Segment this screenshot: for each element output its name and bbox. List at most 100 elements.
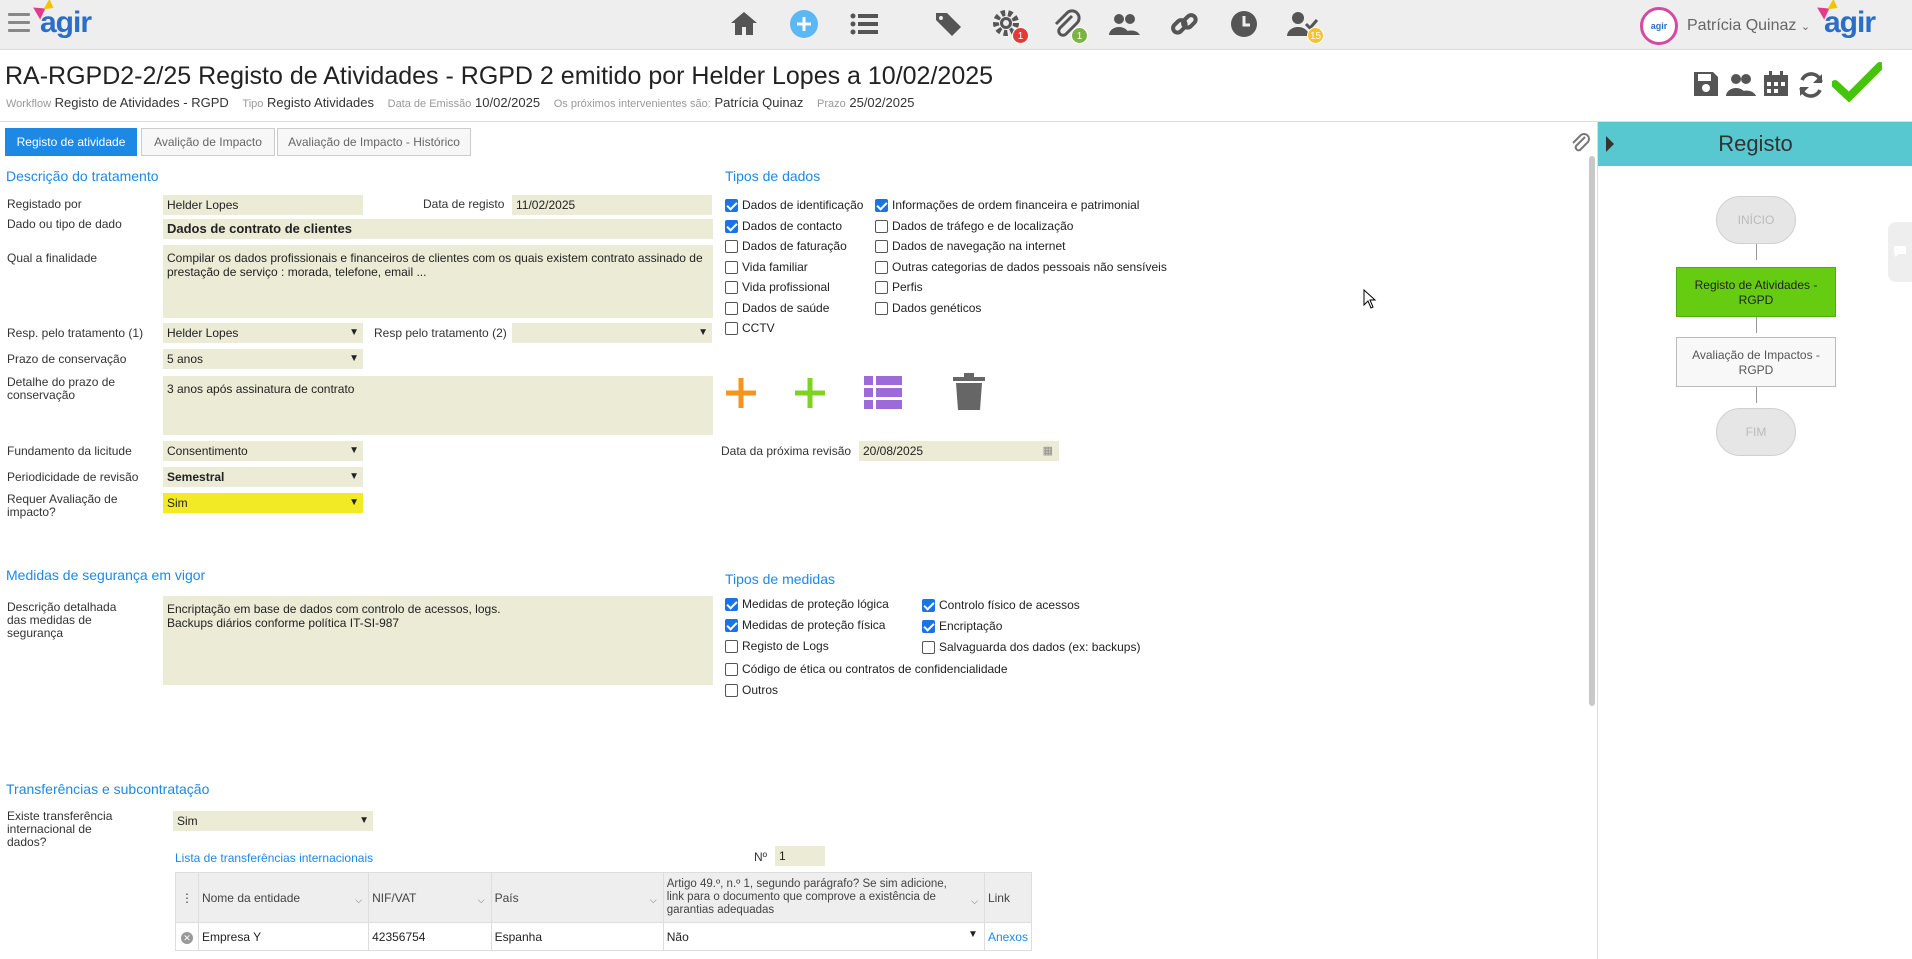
checkbox-row[interactable]: Informações de ordem financeira e patrim…	[875, 197, 1139, 213]
col-header-artigo[interactable]: Artigo 49.º, n.º 1, segundo parágrafo? S…	[662, 872, 985, 923]
checkbox-row[interactable]: Vida familiar	[725, 259, 808, 275]
checkbox-checked[interactable]	[922, 620, 935, 633]
new-plus-icon[interactable]	[788, 8, 824, 42]
add-orange-plus-icon[interactable]	[724, 376, 758, 413]
refresh-icon[interactable]	[1796, 70, 1826, 103]
user-tasks-icon[interactable]: 15	[1286, 8, 1324, 44]
checkbox-row[interactable]: Perfis	[875, 279, 923, 295]
participants-icon[interactable]	[1726, 70, 1756, 101]
anexos-link[interactable]: Anexos	[988, 930, 1028, 944]
medidas-descricao-textarea[interactable]: Encriptação em base de dados com control…	[163, 596, 713, 685]
registado-por-field[interactable]: Helder Lopes	[163, 195, 363, 215]
cell-link[interactable]: Anexos	[983, 922, 1033, 951]
row-handle-header[interactable]: ⋮	[175, 872, 199, 923]
app-logo[interactable]: agir	[33, 0, 92, 40]
checkbox-unchecked[interactable]	[875, 260, 888, 274]
checkbox-unchecked[interactable]	[875, 281, 888, 294]
collapse-arrow-icon[interactable]	[1606, 136, 1614, 152]
prazo-conservacao-select[interactable]: 5 anos ▼	[163, 349, 363, 369]
numero-field[interactable]: 1	[775, 846, 825, 866]
remove-row-icon[interactable]: ✕	[175, 922, 199, 951]
checkbox-row[interactable]: Medidas de proteção lógica	[725, 596, 889, 612]
cell-nif[interactable]: 42356754	[368, 922, 492, 951]
calendar-icon[interactable]	[1762, 70, 1790, 101]
checkbox-checked[interactable]	[875, 199, 888, 212]
checkbox-unchecked[interactable]	[725, 281, 738, 294]
tab-avaliacao-impacto[interactable]: Avalição de Impacto	[141, 128, 275, 156]
proxima-revisao-field[interactable]: 20/08/2025 ▦	[859, 441, 1059, 461]
users-group-icon[interactable]	[1108, 8, 1144, 42]
checkbox-row[interactable]: Dados genéticos	[875, 300, 981, 316]
paperclip-icon[interactable]	[1570, 132, 1592, 157]
checkbox-row[interactable]: Vida profissional	[725, 279, 830, 295]
checkbox-unchecked[interactable]	[725, 240, 738, 253]
menu-icon[interactable]	[8, 13, 30, 33]
checkbox-checked[interactable]	[725, 598, 738, 611]
checkbox-row[interactable]: Dados de faturação	[725, 238, 847, 254]
confirm-check-icon[interactable]	[1831, 62, 1884, 105]
checkbox-unchecked[interactable]	[922, 641, 935, 654]
checkbox-row[interactable]: Controlo físico de acessos	[922, 597, 1080, 613]
trash-icon[interactable]	[952, 373, 986, 414]
attachment-paperclip-icon[interactable]: 1	[1050, 8, 1088, 44]
checkbox-row[interactable]: Dados de navegação na internet	[875, 238, 1065, 254]
checkbox-checked[interactable]	[725, 619, 738, 632]
checkbox-row[interactable]: Código de ética ou contratos de confiden…	[725, 661, 1008, 677]
checkbox-row[interactable]: Outras categorias de dados pessoais não …	[875, 259, 1167, 275]
tab-avaliacao-historico[interactable]: Avaliação de Impacto - Histórico	[277, 128, 471, 156]
save-icon[interactable]	[1692, 70, 1720, 101]
existe-transferencia-select[interactable]: Sim ▼	[173, 811, 373, 831]
cell-nome[interactable]: Empresa Y	[197, 922, 370, 951]
checkbox-unchecked[interactable]	[875, 301, 888, 315]
resp2-select[interactable]: ▼	[512, 323, 712, 343]
detalhe-prazo-textarea[interactable]: 3 anos após assinatura de contrato	[163, 376, 713, 435]
resp1-select[interactable]: Helder Lopes ▼	[163, 323, 363, 343]
cell-artigo-select[interactable]: Não ▼	[662, 922, 985, 951]
checkbox-row[interactable]: Dados de tráfego e de localização	[875, 218, 1073, 234]
checkbox-row[interactable]: Dados de saúde	[725, 300, 829, 316]
home-icon[interactable]	[728, 8, 764, 42]
checkbox-checked[interactable]	[922, 599, 935, 612]
checkbox-unchecked[interactable]	[725, 684, 738, 697]
checkbox-row[interactable]: Dados de contacto	[725, 218, 842, 234]
requer-avaliacao-select[interactable]: Sim ▼	[163, 493, 363, 513]
col-header-pais[interactable]: País ⌵	[490, 872, 664, 923]
dado-tipo-field[interactable]: Dados de contrato de clientes	[163, 219, 713, 239]
link-chain-icon[interactable]	[1168, 8, 1204, 42]
calendar-icon[interactable]: ▦	[1043, 444, 1053, 458]
settings-gear-icon[interactable]: 1	[991, 8, 1029, 44]
col-header-link[interactable]: Link	[983, 872, 1033, 923]
checkbox-row[interactable]: Dados de identificação	[725, 197, 863, 213]
checkbox-unchecked[interactable]	[725, 640, 738, 653]
checkbox-unchecked[interactable]	[875, 219, 888, 233]
cell-pais[interactable]: Espanha	[490, 922, 664, 951]
checkbox-checked[interactable]	[725, 219, 738, 233]
checkbox-unchecked[interactable]	[725, 663, 738, 676]
tags-icon[interactable]	[933, 8, 969, 42]
periodicidade-select[interactable]: Semestral ▼	[163, 467, 363, 487]
finalidade-textarea[interactable]: Compilar os dados profissionais e financ…	[163, 245, 713, 318]
checkbox-row[interactable]: Medidas de proteção física	[725, 617, 885, 633]
wf-step-registo[interactable]: Registo de Atividades - RGPD	[1676, 267, 1836, 317]
clock-history-icon[interactable]	[1228, 8, 1264, 42]
col-header-nome[interactable]: Nome da entidade ⌵	[197, 872, 370, 923]
checkbox-checked[interactable]	[725, 199, 738, 212]
data-registo-field[interactable]: 11/02/2025	[512, 195, 712, 215]
checkbox-row[interactable]: Outros	[725, 682, 778, 698]
list-view-icon[interactable]	[864, 376, 902, 413]
list-icon[interactable]	[848, 8, 884, 42]
fundamento-select[interactable]: Consentimento ▼	[163, 441, 363, 461]
wf-step-avaliacao[interactable]: Avaliação de Impactos - RGPD	[1676, 337, 1836, 387]
checkbox-row[interactable]: CCTV	[725, 320, 775, 336]
main-scrollbar[interactable]	[1589, 156, 1595, 706]
checkbox-unchecked[interactable]	[875, 240, 888, 253]
checkbox-unchecked[interactable]	[725, 301, 738, 315]
checkbox-row[interactable]: Salvaguarda dos dados (ex: backups)	[922, 639, 1140, 655]
add-green-plus-icon[interactable]	[793, 376, 827, 413]
col-header-nif[interactable]: NIF/VAT ⌵	[368, 872, 492, 923]
chat-side-tab[interactable]	[1888, 222, 1912, 282]
tab-registo-atividade[interactable]: Registo de atividade	[5, 128, 137, 156]
checkbox-row[interactable]: Registo de Logs	[725, 638, 829, 654]
checkbox-row[interactable]: Encriptação	[922, 618, 1002, 634]
checkbox-unchecked[interactable]	[725, 260, 738, 274]
